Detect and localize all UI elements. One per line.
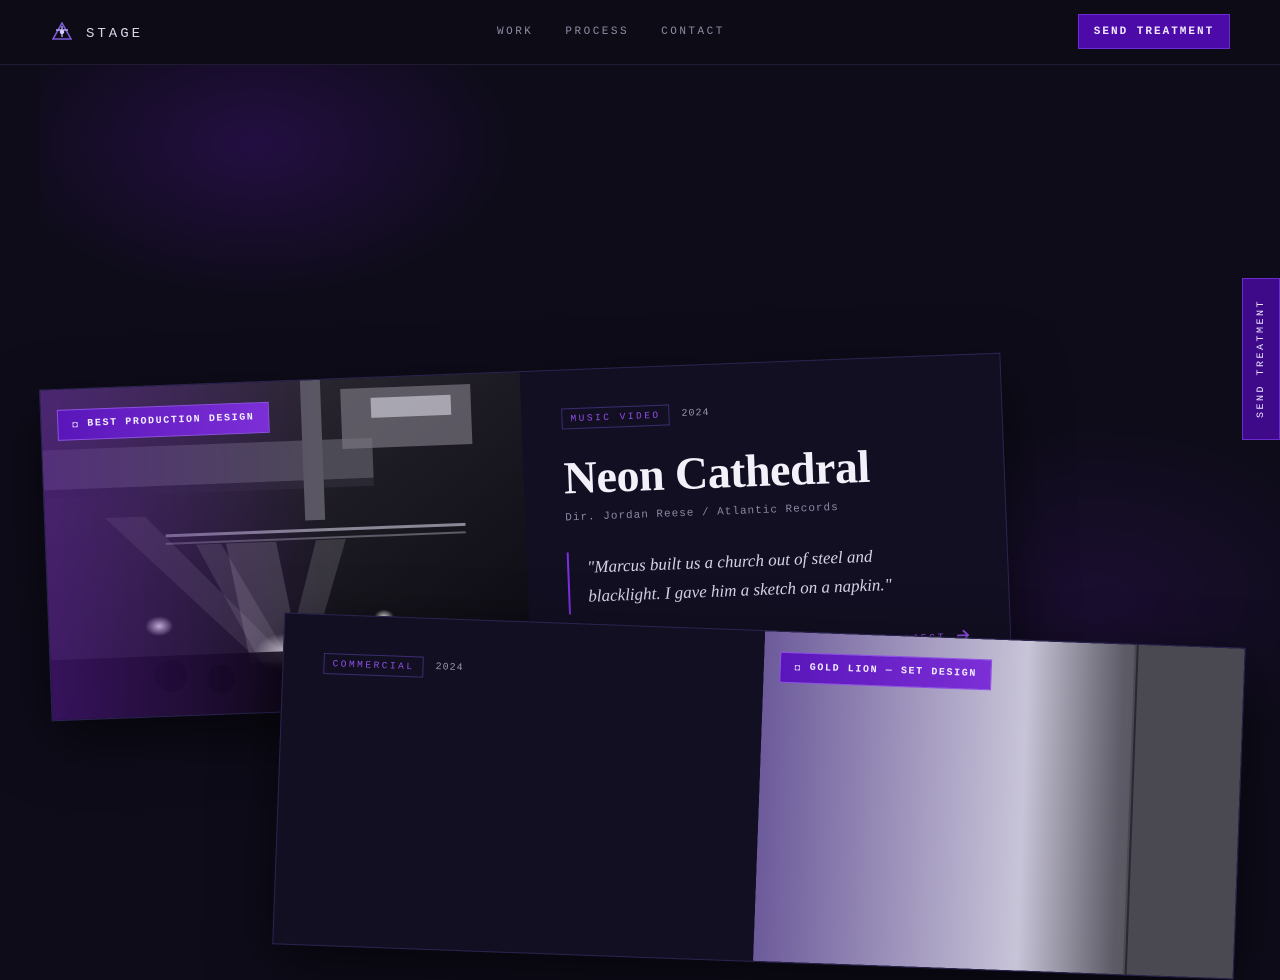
nav-item-process[interactable]: PROCESS (565, 26, 629, 38)
send-treatment-button[interactable]: SEND TREATMENT (1078, 14, 1230, 49)
nav-item-contact[interactable]: CONTACT (661, 26, 725, 38)
project-info: COMMERCIAL 2024 (273, 614, 765, 961)
project-year: 2024 (681, 407, 710, 420)
project-photo: ◘ GOLD LION — SET DESIGN (752, 631, 1245, 979)
award-label: BEST PRODUCTION DESIGN (87, 412, 255, 430)
category-tag: MUSIC VIDEO (561, 404, 671, 430)
award-icon: ◘ (794, 662, 802, 673)
project-quote: "Marcus built us a church out of steel a… (566, 537, 949, 615)
project-meta: MUSIC VIDEO 2024 (561, 393, 962, 430)
project-card[interactable]: COMMERCIAL 2024 ◘ GOLD LION — SET DESIGN (272, 612, 1246, 980)
project-meta: COMMERCIAL 2024 (323, 652, 724, 689)
category-tag: COMMERCIAL (323, 652, 424, 678)
side-tab-label: SEND TREATMENT (1255, 299, 1267, 419)
send-treatment-side-tab[interactable]: SEND TREATMENT (1242, 278, 1280, 440)
stage-logo-icon (51, 21, 73, 45)
brand-name: STAGE (86, 25, 144, 42)
award-label: GOLD LION — SET DESIGN (809, 662, 978, 680)
nav-item-work[interactable]: WORK (497, 26, 533, 38)
award-icon: ◘ (72, 419, 80, 430)
main-nav: WORK PROCESS CONTACT (497, 26, 725, 38)
ambient-glow (40, 60, 520, 300)
project-title: Neon Cathedral (562, 440, 871, 504)
project-year: 2024 (435, 662, 464, 675)
brand-logo[interactable]: STAGE (51, 21, 144, 45)
site-header: STAGE WORK PROCESS CONTACT SEND TREATMEN… (0, 0, 1280, 65)
